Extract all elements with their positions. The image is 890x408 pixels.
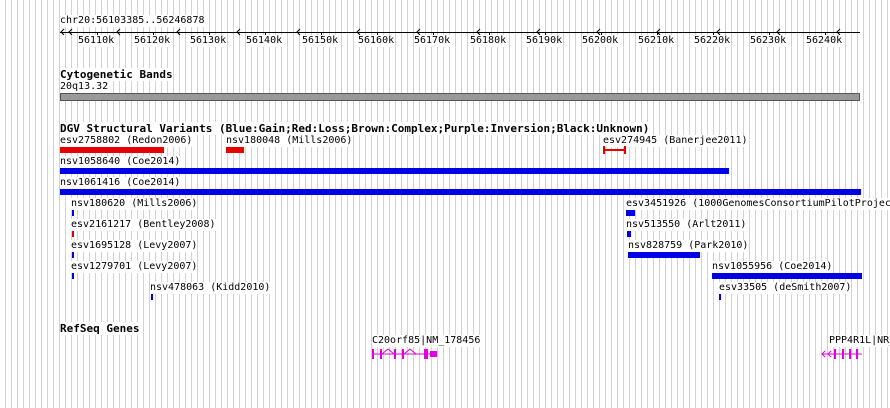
variant-label[interactable]: esv3451926 (1000GenomesConsortiumPilotPr… [626, 198, 890, 210]
variant-label[interactable]: esv33505 (deSmith2007) [719, 282, 852, 294]
dgv-track-title[interactable]: DGV Structural Variants (Blue:Gain;Red:L… [60, 122, 650, 135]
variant-label[interactable]: nsv478063 (Kidd2010) [150, 282, 271, 294]
variant-label[interactable]: esv2758802 (Redon2006) [60, 135, 193, 147]
variant-bar-gain[interactable] [72, 273, 74, 279]
variant-bar-gain[interactable] [627, 231, 631, 237]
refseq-track-title[interactable]: RefSeq Genes [60, 322, 140, 335]
variant-bar-loss-split[interactable] [603, 146, 633, 154]
gene-label[interactable]: PPP4R1L|NR_ [829, 335, 890, 347]
ruler-label: 56120k [134, 35, 171, 47]
ruler-label: 56170k [414, 35, 451, 47]
ruler-label: 56200k [582, 35, 619, 47]
variant-bar-gain[interactable] [72, 252, 74, 258]
variant-bar-gain[interactable] [628, 252, 700, 258]
variant-label[interactable]: esv1279701 (Levy2007) [71, 261, 198, 273]
ruler-label: 56160k [358, 35, 395, 47]
ruler-label: 56150k [302, 35, 339, 47]
gene-model-c20orf85[interactable] [372, 347, 442, 361]
variant-label[interactable]: nsv1061416 (Coe2014) [60, 177, 181, 189]
ruler-label: 56180k [470, 35, 507, 47]
ruler-label: 56210k [638, 35, 675, 47]
variant-bar-gain[interactable] [719, 294, 721, 300]
variant-label[interactable]: nsv1055956 (Coe2014) [712, 261, 833, 273]
gene-label[interactable]: C20orf85|NM_178456 [372, 335, 481, 347]
variant-bar-gain[interactable] [712, 273, 862, 279]
variant-label[interactable]: nsv1058640 (Coe2014) [60, 156, 181, 168]
cytoband-label: 20q13.32 [60, 81, 109, 93]
variant-label[interactable]: nsv180048 (Mills2006) [226, 135, 353, 147]
variant-bar-loss[interactable] [226, 147, 244, 153]
ruler-label: 56190k [526, 35, 563, 47]
variant-label[interactable]: esv1695128 (Levy2007) [71, 240, 198, 252]
variant-bar-gain[interactable] [626, 210, 635, 216]
cytoband-bar[interactable] [60, 93, 860, 101]
variant-label[interactable]: esv2161217 (Bentley2008) [71, 219, 216, 231]
variant-bar-gain[interactable] [72, 210, 74, 216]
variant-bar-gain[interactable] [151, 294, 153, 300]
ruler-label: 56130k [190, 35, 227, 47]
ruler-label: 56230k [750, 35, 787, 47]
gene-model-ppp4r1l[interactable] [818, 347, 868, 361]
ruler-label: 56140k [246, 35, 283, 47]
ruler-label: 56220k [694, 35, 731, 47]
cytoband-track-title[interactable]: Cytogenetic Bands [60, 68, 173, 81]
variant-bar-loss[interactable] [60, 147, 164, 153]
variant-bar-loss[interactable] [72, 231, 74, 237]
variant-label[interactable]: nsv828759 (Park2010) [628, 240, 749, 252]
variant-bar-gain[interactable] [60, 168, 729, 174]
variant-label[interactable]: nsv180620 (Mills2006) [71, 198, 198, 210]
variant-label[interactable]: nsv513550 (Arlt2011) [626, 219, 747, 231]
ruler-label: 56240k [806, 35, 843, 47]
variant-bar-gain[interactable] [60, 189, 861, 195]
ruler-label: 56110k [78, 35, 115, 47]
